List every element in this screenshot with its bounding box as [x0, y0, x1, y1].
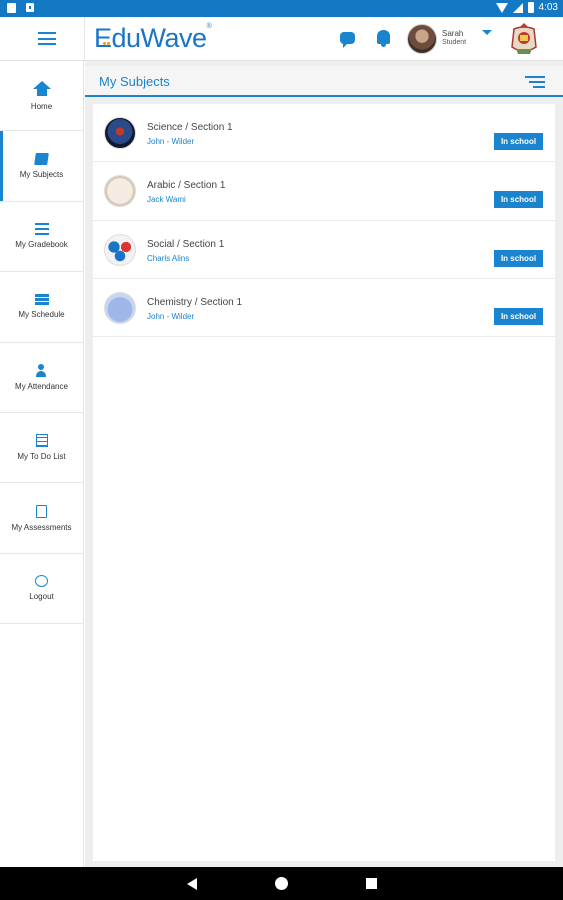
- home-button-icon[interactable]: [275, 877, 288, 890]
- sidebar-item-my-to-do-list[interactable]: My To Do List: [0, 413, 83, 484]
- sidebar-item-label: My Subjects: [19, 170, 64, 180]
- wifi-icon: [495, 2, 508, 13]
- sidebar-item-label: My Attendance: [15, 381, 68, 391]
- recent-apps-icon[interactable]: [366, 878, 377, 889]
- header-divider: [84, 17, 85, 61]
- subject-name: Arabic / Section 1: [147, 180, 226, 192]
- subject-teacher[interactable]: Jack Wami: [147, 195, 186, 204]
- status-time: 4:03: [538, 2, 558, 13]
- subject-teacher[interactable]: John - Wilder: [147, 312, 194, 321]
- schedule-icon: [34, 294, 49, 306]
- battery-icon: [527, 2, 534, 13]
- list-item[interactable]: Chemistry / Section 1 John - Wilder In s…: [93, 279, 555, 338]
- chevron-down-icon[interactable]: [482, 30, 492, 35]
- status-badge: In school: [494, 249, 543, 267]
- book-icon: [34, 153, 49, 166]
- todo-list-icon: [35, 434, 48, 448]
- arabic-icon: [104, 175, 136, 208]
- sidebar-item-my-attendance[interactable]: My Attendance: [0, 343, 83, 413]
- status-badge: In school: [494, 307, 543, 325]
- sidebar-item-label: Home: [30, 101, 53, 111]
- science-icon: [104, 117, 136, 149]
- app-notification-icon: [26, 3, 34, 12]
- logo-registered-mark: ®: [206, 23, 212, 30]
- main-content: My Subjects Science / Section 1 John - W…: [85, 61, 563, 867]
- crest-icon: [511, 23, 537, 54]
- sidebar-item-logout[interactable]: Logout: [0, 554, 83, 625]
- list-item[interactable]: Arabic / Section 1 Jack Wami In school: [93, 162, 555, 221]
- sidebar-item-label: My Schedule: [18, 310, 65, 320]
- page-title: My Subjects: [99, 74, 170, 89]
- sidebar: Home My Subjects My Gradebook My Schedul…: [0, 61, 84, 867]
- sidebar-item-label: My Gradebook: [15, 240, 68, 250]
- subjects-list: Science / Section 1 John - Wilder In sch…: [93, 104, 555, 861]
- chat-icon[interactable]: [340, 32, 355, 48]
- sidebar-item-label: My Assessments: [11, 522, 72, 532]
- home-icon: [32, 80, 51, 97]
- subject-teacher[interactable]: Charls Alins: [147, 254, 189, 263]
- logout-icon: [35, 575, 48, 588]
- subject-name: Science / Section 1: [147, 122, 233, 133]
- app-header: EduWave® Sarah Student: [0, 17, 563, 76]
- list-item[interactable]: Social / Section 1 Charls Alins In schoo…: [93, 221, 555, 279]
- assessment-icon: [36, 504, 47, 518]
- sidebar-item-label: My To Do List: [17, 452, 66, 462]
- chemistry-icon: [104, 291, 136, 324]
- bell-icon[interactable]: [377, 30, 390, 47]
- sidebar-item-my-schedule[interactable]: My Schedule: [0, 272, 83, 343]
- social-icon: [104, 233, 136, 266]
- sidebar-item-my-gradebook[interactable]: My Gradebook: [0, 202, 83, 273]
- filter-menu-icon[interactable]: [525, 76, 545, 88]
- signal-icon: [512, 2, 523, 13]
- eduwave-logo: EduWave®: [94, 21, 212, 76]
- system-navigation-bar: [0, 867, 563, 900]
- status-badge: In school: [494, 133, 543, 150]
- subject-teacher[interactable]: John - Wilder: [147, 137, 194, 146]
- sidebar-item-my-assessments[interactable]: My Assessments: [0, 483, 83, 554]
- subject-name: Social / Section 1: [147, 238, 225, 250]
- notification-icon: [7, 3, 16, 13]
- avatar[interactable]: [407, 24, 437, 54]
- user-role[interactable]: Student: [442, 39, 466, 46]
- list-item[interactable]: Science / Section 1 John - Wilder In sch…: [93, 104, 555, 163]
- status-bar: 4:03: [0, 0, 563, 17]
- status-badge: In school: [494, 191, 543, 209]
- back-icon[interactable]: [187, 878, 197, 890]
- logo-dots: [103, 21, 113, 76]
- menu-icon[interactable]: [38, 32, 56, 45]
- sidebar-item-my-subjects[interactable]: My Subjects: [0, 131, 83, 202]
- attendance-icon: [35, 363, 48, 377]
- user-name[interactable]: Sarah: [442, 29, 463, 38]
- sidebar-item-label: Logout: [29, 592, 54, 602]
- logo-text: EduWave: [94, 23, 207, 53]
- page-title-bar: My Subjects: [85, 66, 563, 97]
- sidebar-item-home[interactable]: Home: [0, 61, 83, 132]
- gradebook-icon: [34, 223, 49, 236]
- subject-name: Chemistry / Section 1: [147, 296, 243, 308]
